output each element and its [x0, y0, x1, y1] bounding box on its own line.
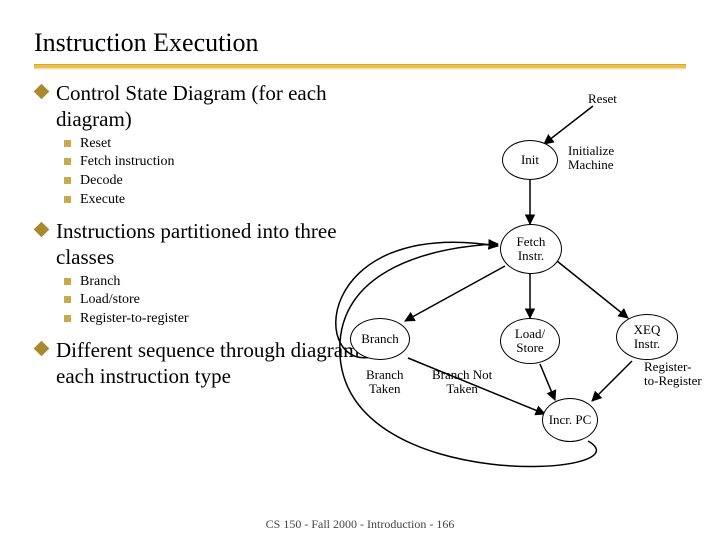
bullet-2: Instructions partitioned into three clas…: [34, 218, 394, 271]
sub-item: Branch: [34, 273, 686, 292]
sub-item: Load/store: [34, 291, 686, 310]
slide-title: Instruction Execution: [34, 28, 686, 58]
bullet-1: Control State Diagram (for each diagram): [34, 80, 394, 133]
sub-item: Register-to-register: [34, 310, 686, 329]
sub-item: Reset: [34, 135, 686, 154]
footer: CS 150 - Fall 2000 - Introduction - 166: [0, 517, 720, 532]
sub-item: Fetch instruction: [34, 153, 686, 172]
node-incr-pc: Incr. PC: [542, 398, 598, 442]
title-rule: [34, 64, 686, 70]
content-area: Control State Diagram (for each diagram)…: [34, 80, 686, 390]
bullet-3: Different sequence through diagram for e…: [34, 337, 394, 390]
slide: Instruction Execution Control State Diag…: [0, 0, 720, 540]
sub-item: Execute: [34, 191, 686, 210]
bullet-2-sub: Branch Load/store Register-to-register: [34, 273, 686, 330]
sub-item: Decode: [34, 172, 686, 191]
bullet-1-sub: Reset Fetch instruction Decode Execute: [34, 135, 686, 211]
